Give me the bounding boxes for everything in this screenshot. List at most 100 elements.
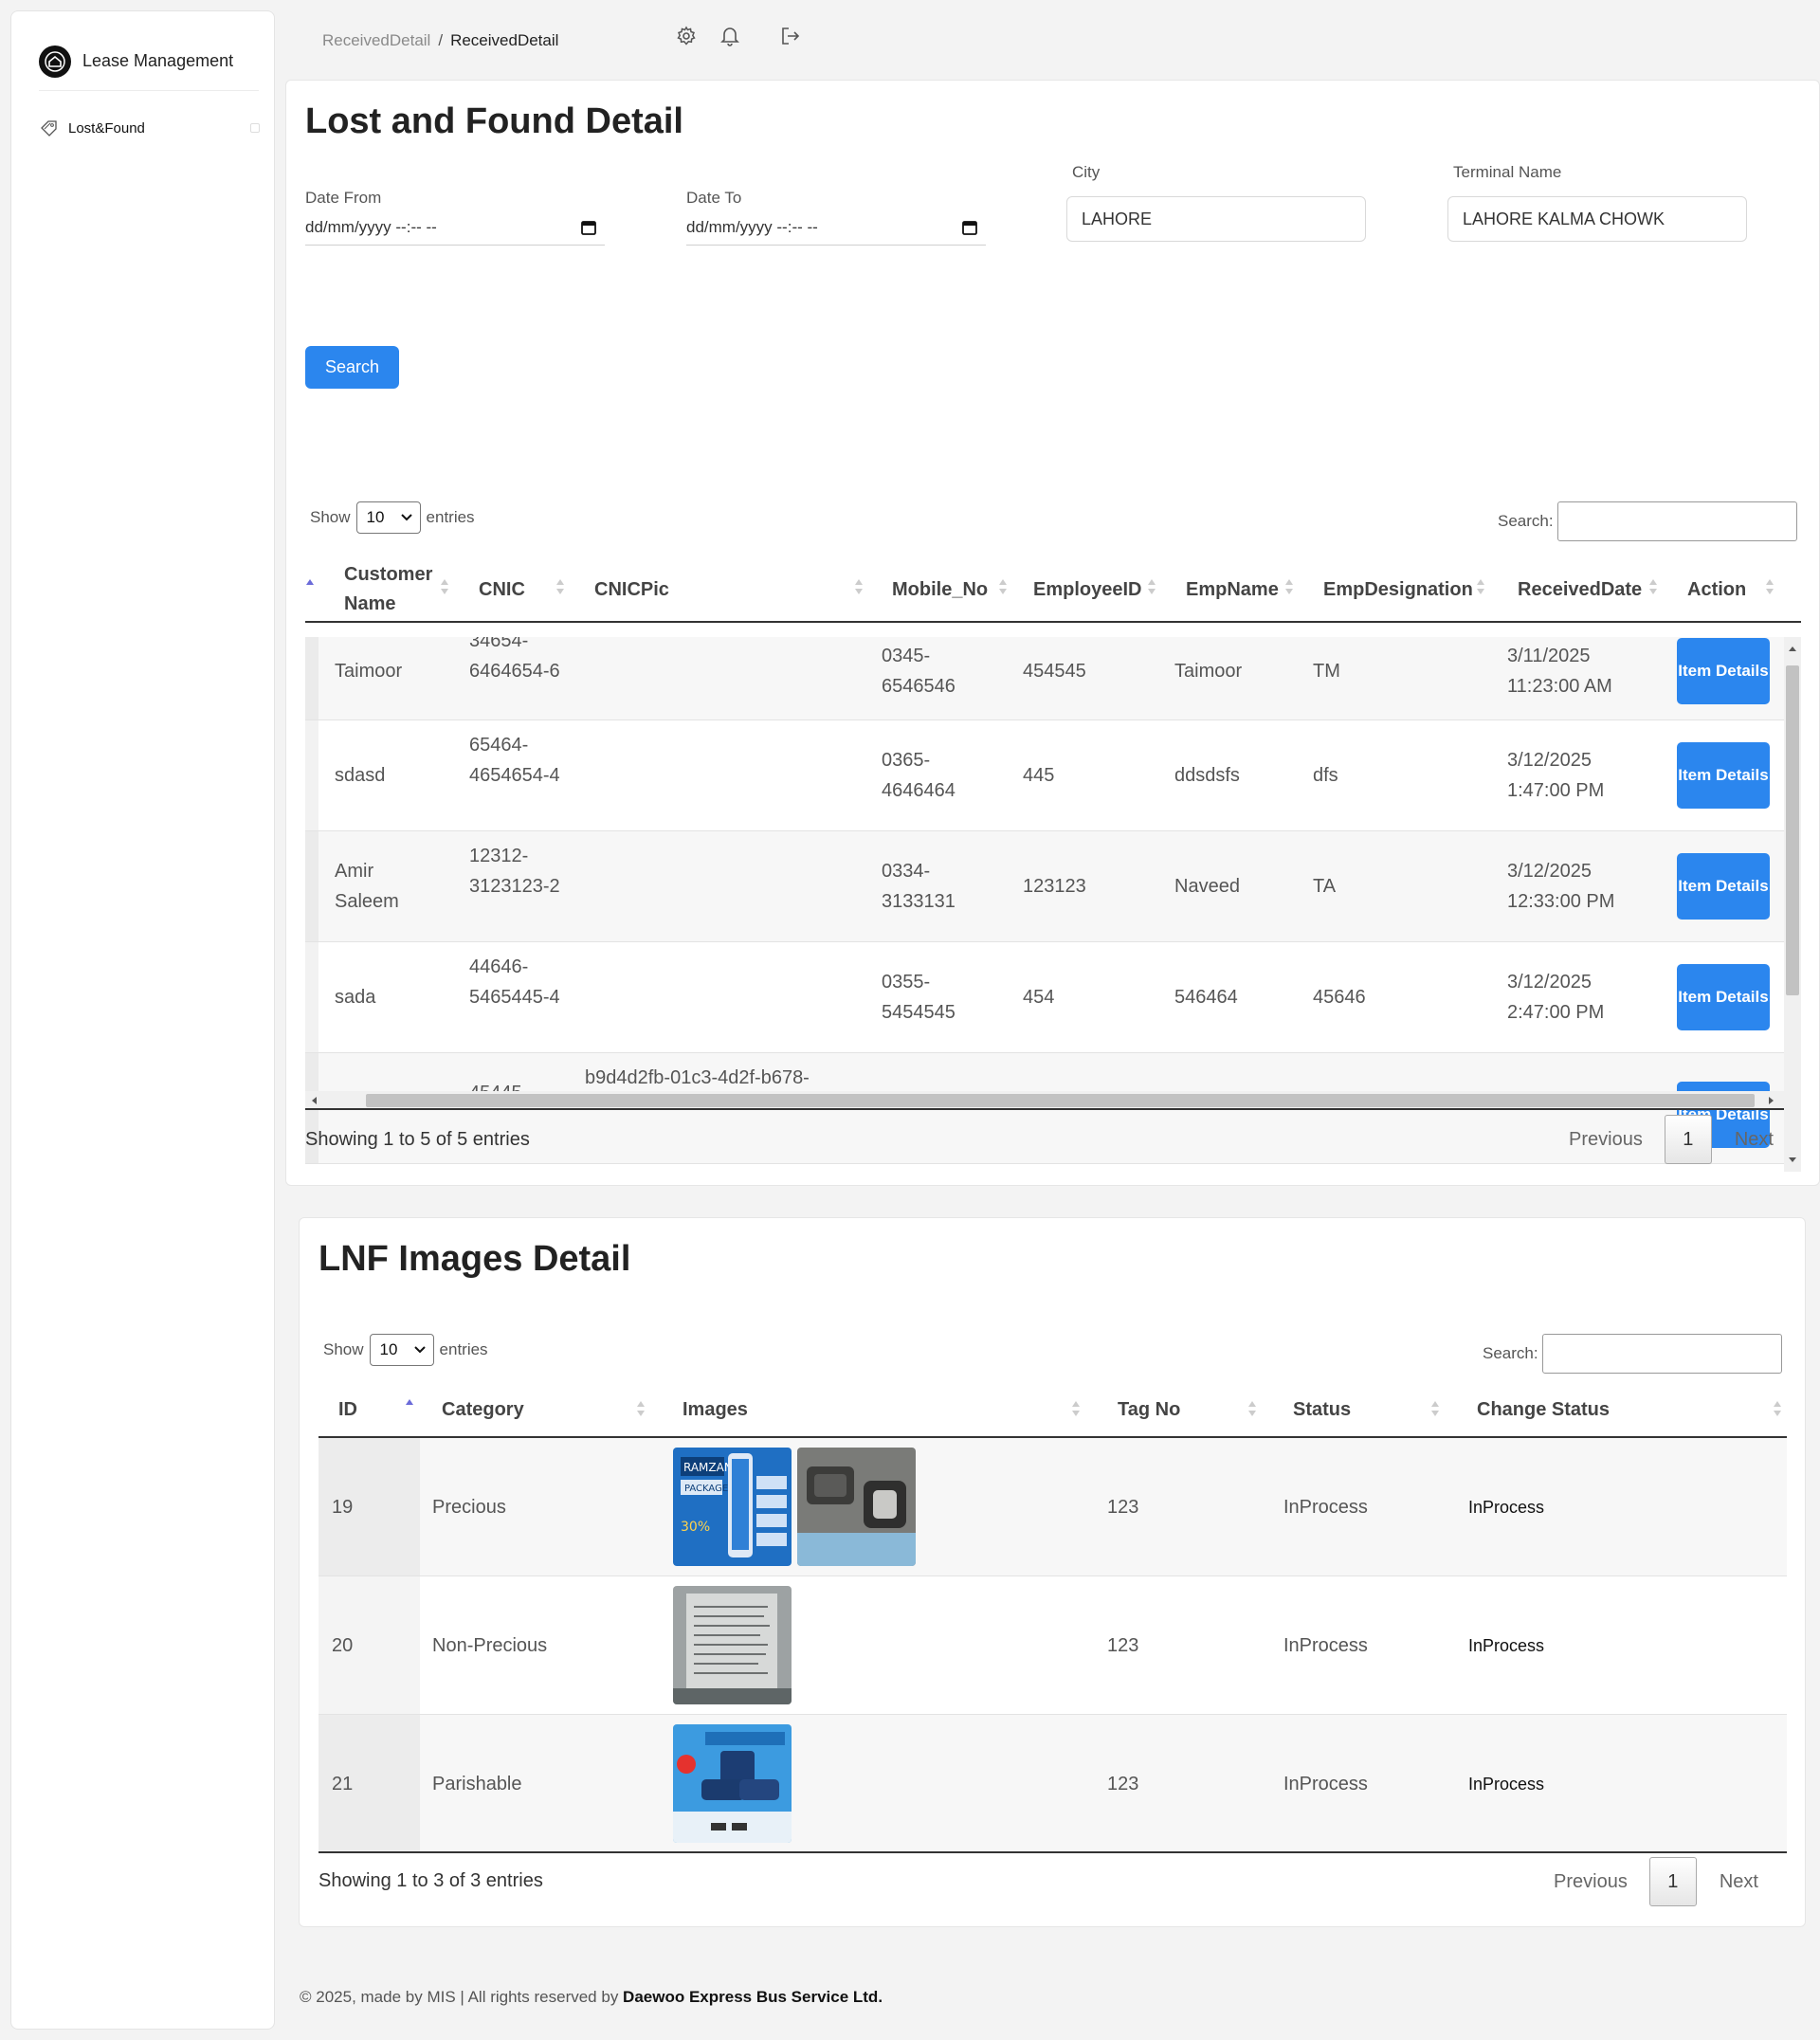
column-header-change-status[interactable]: Change Status (1477, 1395, 1610, 1425)
table-search-input[interactable] (1541, 1334, 1782, 1374)
table-row: Amir Saleem 12312-3123123-2 0334-3133131… (305, 831, 1784, 942)
date-to-label: Date To (686, 189, 742, 207)
scroll-thumb[interactable] (366, 1094, 1755, 1107)
item-details-button[interactable]: Item Details (1677, 964, 1770, 1030)
vertical-scrollbar[interactable] (1784, 637, 1801, 1172)
sort-icon[interactable] (406, 1399, 413, 1414)
column-header-tag-no[interactable]: Tag No (1118, 1395, 1180, 1425)
column-header-action[interactable]: Action (1687, 575, 1746, 605)
column-header-status[interactable]: Status (1293, 1395, 1351, 1425)
sort-icon[interactable] (1285, 579, 1293, 594)
footer-company[interactable]: Daewoo Express Bus Service Ltd. (623, 1988, 883, 2006)
city-field[interactable]: LAHORE (1066, 196, 1366, 242)
sort-icon[interactable] (1774, 1401, 1781, 1416)
scroll-left-icon[interactable] (310, 1096, 318, 1105)
page-length-select[interactable]: 10 (369, 1334, 434, 1366)
cell-employee-id: 123123 (1023, 876, 1086, 897)
sidebar-item-lost-found[interactable]: Lost&Found (40, 114, 260, 142)
column-header-id[interactable]: ID (338, 1395, 357, 1425)
cell-mobile: 0334-3133131 (882, 861, 956, 912)
previous-button[interactable]: Previous (1569, 1129, 1643, 1151)
scroll-thumb[interactable] (1786, 665, 1799, 995)
sort-icon[interactable] (999, 579, 1007, 594)
terminal-field[interactable]: LAHORE KALMA CHOWK (1447, 196, 1747, 242)
item-details-button[interactable]: Item Details (1677, 638, 1770, 704)
next-button[interactable]: Next (1735, 1129, 1774, 1151)
column-header-mobile[interactable]: Mobile_No (892, 575, 988, 605)
table-search: Search: (1498, 501, 1797, 541)
change-status-select[interactable]: InProcess (1468, 1492, 1544, 1522)
date-to-input[interactable]: dd/mm/yyyy --:-- -- (686, 209, 986, 246)
terminal-label: Terminal Name (1453, 163, 1562, 181)
scroll-up-icon[interactable] (1788, 645, 1797, 652)
topbar: ReceivedDetail / ReceivedDetail (284, 21, 872, 63)
scroll-down-icon[interactable] (1788, 1157, 1797, 1164)
item-details-button[interactable]: Item Details (1677, 742, 1770, 809)
column-header-emp-name[interactable]: EmpName (1186, 575, 1279, 605)
column-header-emp-designation[interactable]: EmpDesignation (1323, 575, 1473, 605)
sort-icon[interactable] (637, 1401, 645, 1416)
page-length-value: 10 (366, 508, 385, 526)
sort-icon[interactable] (1649, 579, 1657, 594)
cell-employee-id: 445 (1023, 765, 1055, 786)
search-button[interactable]: Search (305, 346, 399, 389)
sort-icon[interactable] (1148, 579, 1156, 594)
table-row: 19 Precious RAMZAN PACKAGE 30% 123 InPro… (318, 1438, 1787, 1576)
horizontal-scrollbar[interactable] (305, 1091, 1784, 1110)
sort-icon[interactable] (1477, 579, 1484, 594)
page-1-button[interactable]: 1 (1648, 1857, 1697, 1906)
cell-customer: sada (335, 987, 376, 1008)
column-header-cnic[interactable]: CNIC (479, 575, 525, 605)
expand-icon[interactable] (250, 123, 260, 133)
item-details-button[interactable]: Item Details (1677, 853, 1770, 920)
cell-id: 19 (332, 1497, 354, 1518)
breadcrumb-current: ReceivedDetail (450, 31, 559, 49)
table-search-input[interactable] (1556, 501, 1797, 541)
document-photo[interactable] (673, 1586, 792, 1704)
change-status-select[interactable]: InProcess (1468, 1769, 1544, 1799)
brand[interactable]: Lease Management (39, 32, 259, 91)
sorted-column-shade (305, 831, 318, 941)
off-peak-discount-image[interactable] (673, 1724, 792, 1843)
sort-icon[interactable] (306, 579, 314, 594)
ramzan-package-image[interactable]: RAMZAN PACKAGE 30% (673, 1448, 792, 1566)
sort-icon[interactable] (1431, 1401, 1439, 1416)
column-header-cnicpic[interactable]: CNICPic (594, 575, 669, 605)
calendar-icon[interactable] (961, 219, 978, 236)
breadcrumb-parent[interactable]: ReceivedDetail (322, 31, 430, 49)
previous-button[interactable]: Previous (1554, 1871, 1628, 1893)
sort-icon[interactable] (1766, 579, 1774, 594)
gear-icon[interactable] (673, 23, 700, 49)
page-length-control: Show 10 entries (323, 1334, 488, 1366)
column-header-received-date[interactable]: ReceivedDate (1518, 575, 1642, 605)
next-button[interactable]: Next (1720, 1871, 1758, 1893)
cell-designation: TA (1313, 876, 1337, 897)
bell-icon[interactable] (717, 23, 743, 49)
calendar-icon[interactable] (580, 219, 597, 236)
cell-cnic: 34654-6464654-6 (469, 637, 560, 682)
table-header: ID Category Images Tag No Status Change … (318, 1379, 1787, 1438)
lost-item-photo[interactable] (797, 1448, 916, 1566)
page-1-button[interactable]: 1 (1664, 1115, 1712, 1164)
column-header-customer-name[interactable]: Customer Name (344, 560, 439, 619)
sort-icon[interactable] (1248, 1401, 1256, 1416)
tag-icon (40, 118, 61, 138)
sort-icon[interactable] (441, 579, 448, 594)
sort-icon[interactable] (556, 579, 564, 594)
sorted-column-shade (305, 637, 318, 719)
scroll-right-icon[interactable] (1768, 1096, 1775, 1105)
sort-icon[interactable] (1072, 1401, 1080, 1416)
svg-text:30%: 30% (681, 1520, 710, 1535)
column-header-category[interactable]: Category (442, 1395, 524, 1425)
column-header-employee-id[interactable]: EmployeeID (1033, 575, 1141, 605)
page-length-control: Show 10 entries (310, 501, 475, 534)
logout-icon[interactable] (777, 23, 804, 49)
page-length-select[interactable]: 10 (355, 501, 421, 534)
column-header-images[interactable]: Images (682, 1395, 748, 1425)
sort-icon[interactable] (855, 579, 863, 594)
date-from-input[interactable]: dd/mm/yyyy --:-- -- (305, 209, 605, 246)
change-status-select[interactable]: InProcess (1468, 1630, 1544, 1661)
svg-text:PACKAGE: PACKAGE (684, 1484, 728, 1494)
breadcrumb: ReceivedDetail / ReceivedDetail (322, 31, 558, 50)
date-from-label: Date From (305, 189, 382, 207)
